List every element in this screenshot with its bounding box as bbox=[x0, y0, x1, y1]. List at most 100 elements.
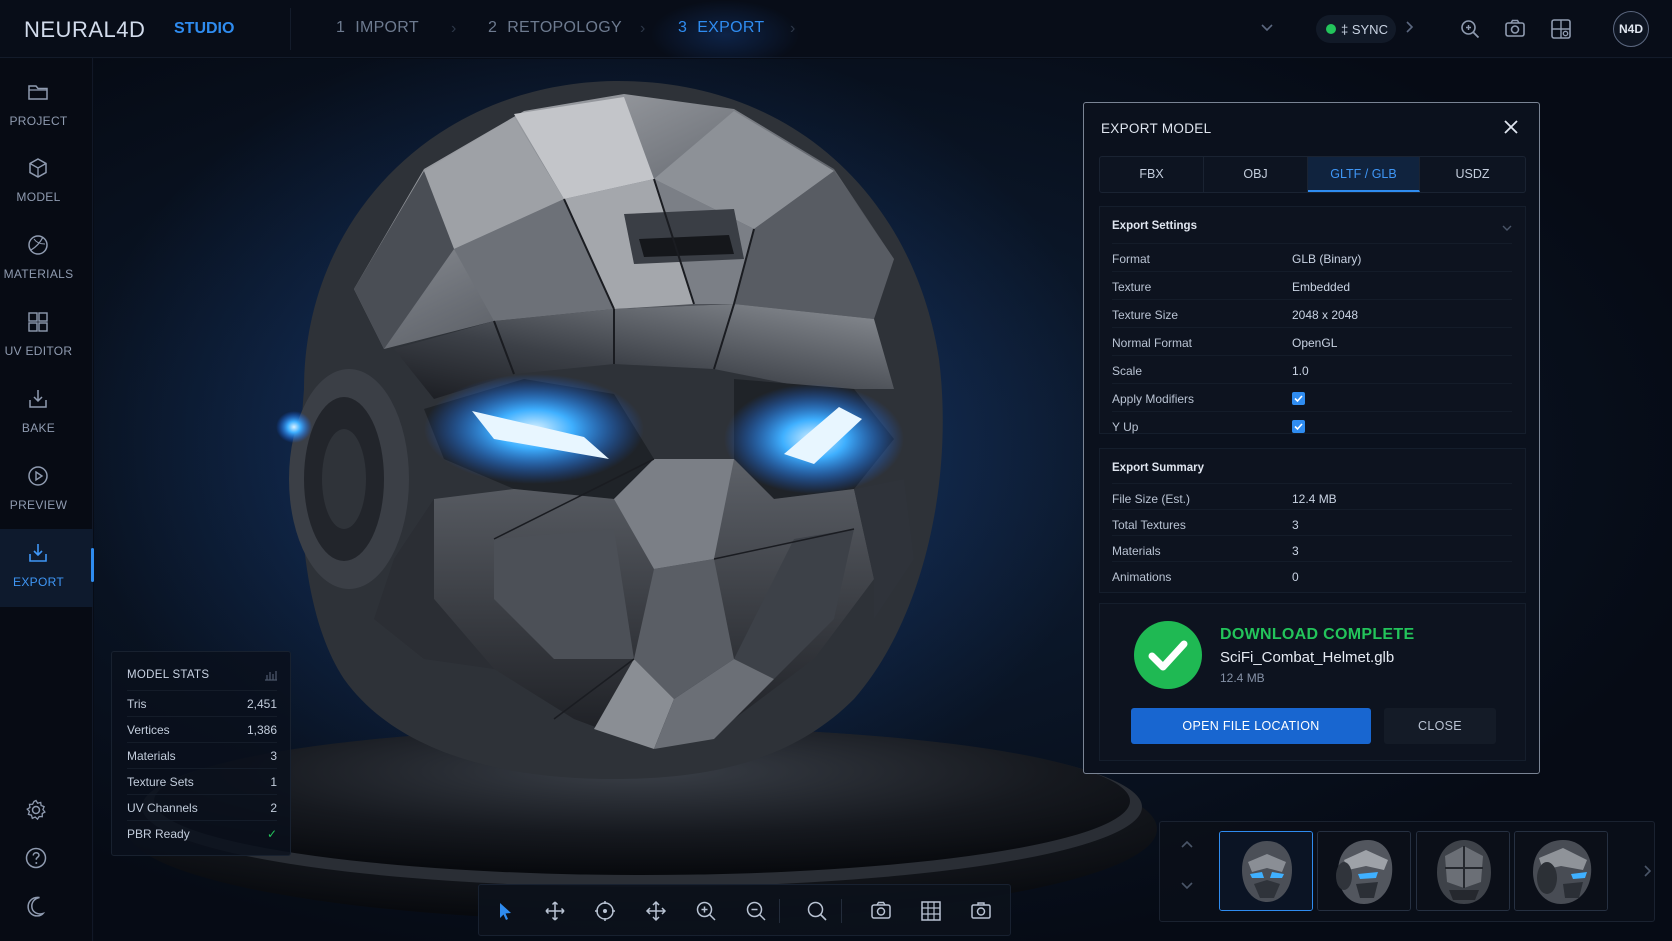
chevron-down-icon[interactable] bbox=[1502, 224, 1512, 232]
tab-fbx[interactable]: FBX bbox=[1100, 157, 1204, 192]
rotate-icon[interactable] bbox=[593, 899, 617, 923]
theme-moon-icon[interactable] bbox=[24, 894, 48, 918]
file-size: 12.4 MB bbox=[1220, 671, 1265, 685]
setting-row-format[interactable]: Format GLB (Binary) bbox=[1112, 243, 1512, 271]
tab-gltf-glb[interactable]: GLTF / GLB bbox=[1308, 157, 1420, 192]
y-up-checkbox[interactable] bbox=[1292, 420, 1305, 433]
stat-row: Texture Sets 1 bbox=[127, 768, 277, 794]
bake-icon bbox=[26, 387, 50, 411]
search-icon[interactable] bbox=[805, 899, 829, 923]
export-summary-section: Export Summary File Size (Est.) 12.4 MB T… bbox=[1099, 448, 1526, 593]
summary-row: File Size (Est.) 12.4 MB bbox=[1112, 483, 1512, 509]
stat-row: PBR Ready ✓ bbox=[127, 820, 277, 846]
sidebar-item-model[interactable]: MODEL bbox=[0, 152, 93, 222]
download-complete-card: DOWNLOAD COMPLETE SciFi_Combat_Helmet.gl… bbox=[1099, 603, 1526, 761]
close-button[interactable]: CLOSE bbox=[1384, 708, 1496, 744]
summary-row: Materials 3 bbox=[1112, 535, 1512, 561]
setting-row-y-up: Y Up bbox=[1112, 411, 1512, 434]
sidebar-item-bake[interactable]: BAKE bbox=[0, 383, 93, 453]
help-icon[interactable] bbox=[24, 846, 48, 870]
thumbnail-strip bbox=[1159, 821, 1655, 922]
section-title: Export Settings bbox=[1112, 220, 1197, 232]
app-logo: NEURAL4D bbox=[24, 17, 146, 42]
setting-row-normal-format[interactable]: Normal Format OpenGL bbox=[1112, 327, 1512, 355]
apply-modifiers-checkbox[interactable] bbox=[1292, 392, 1305, 405]
step-import[interactable]: 1 IMPORT bbox=[336, 19, 419, 37]
sidebar-item-project[interactable]: PROJECT bbox=[0, 76, 93, 146]
step-export[interactable]: 3 EXPORT bbox=[678, 19, 765, 37]
settings-icon[interactable] bbox=[24, 798, 48, 822]
play-icon bbox=[26, 464, 50, 488]
chevron-down-icon[interactable] bbox=[1180, 880, 1194, 892]
file-name: SciFi_Combat_Helmet.glb bbox=[1220, 649, 1395, 666]
viewport-toolbar bbox=[478, 884, 1011, 936]
thumbnail-three-quarter[interactable] bbox=[1317, 831, 1411, 911]
select-cursor-icon[interactable] bbox=[493, 899, 517, 923]
export-modal: EXPORT MODEL FBX OBJ GLTF / GLB USDZ Exp… bbox=[1083, 102, 1540, 774]
panel-title: MODEL STATS bbox=[127, 669, 210, 681]
chevron-right-icon[interactable] bbox=[1642, 864, 1652, 878]
layout-icon[interactable] bbox=[1550, 18, 1572, 40]
status-dot bbox=[1326, 24, 1336, 34]
format-tabs: FBX OBJ GLTF / GLB USDZ bbox=[1099, 156, 1526, 193]
step-separator-icon: › bbox=[790, 20, 796, 37]
cube-icon bbox=[26, 156, 50, 180]
download-status: DOWNLOAD COMPLETE bbox=[1220, 626, 1415, 643]
top-bar: NEURAL4D STUDIO 1 IMPORT › 2 RETOPOLOGY › … bbox=[0, 0, 1672, 58]
folder-icon bbox=[26, 80, 50, 104]
sidebar-item-materials[interactable]: MATERIALS bbox=[0, 229, 93, 299]
divider bbox=[290, 8, 291, 50]
sidebar: PROJECT MODEL MATERIALS UV EDITOR BAKE P… bbox=[0, 58, 93, 941]
thumbnail-side[interactable] bbox=[1514, 831, 1608, 911]
check-icon: ✓ bbox=[266, 827, 277, 841]
camera-icon[interactable] bbox=[969, 899, 993, 923]
open-file-location-button[interactable]: OPEN FILE LOCATION bbox=[1131, 708, 1371, 744]
setting-row-texture[interactable]: Texture Embedded bbox=[1112, 271, 1512, 299]
sidebar-item-export[interactable]: EXPORT bbox=[0, 529, 93, 607]
modal-title: EXPORT MODEL bbox=[1101, 121, 1212, 136]
camera-icon[interactable] bbox=[1504, 18, 1526, 40]
summary-row: Total Textures 3 bbox=[1112, 509, 1512, 535]
setting-row-scale[interactable]: Scale 1.0 bbox=[1112, 355, 1512, 383]
tab-usdz[interactable]: USDZ bbox=[1420, 157, 1525, 192]
pan-icon[interactable] bbox=[644, 899, 668, 923]
material-sphere-icon bbox=[26, 233, 50, 257]
setting-row-apply-modifiers: Apply Modifiers bbox=[1112, 383, 1512, 411]
chevron-down-icon[interactable] bbox=[1260, 20, 1274, 34]
stat-row: Tris 2,451 bbox=[127, 690, 277, 716]
chevron-up-icon[interactable] bbox=[1180, 838, 1194, 850]
thumbnail-front[interactable] bbox=[1219, 831, 1313, 911]
search-zoom-icon[interactable] bbox=[1459, 18, 1481, 40]
sidebar-item-preview[interactable]: PREVIEW bbox=[0, 460, 93, 530]
export-settings-section: Export Settings Format GLB (Binary) Textu… bbox=[1099, 206, 1526, 434]
screenshot-icon[interactable] bbox=[869, 899, 893, 923]
step-separator-icon: › bbox=[451, 20, 457, 37]
step-separator-icon: › bbox=[640, 20, 646, 37]
avatar[interactable]: N4D bbox=[1613, 11, 1649, 47]
model-stats-panel: MODEL STATS Tris 2,451 Vertices 1,386 Mate… bbox=[111, 651, 291, 856]
bar-chart-icon[interactable] bbox=[264, 669, 278, 681]
zoom-in-icon[interactable] bbox=[694, 899, 718, 923]
chevron-right-icon[interactable] bbox=[1403, 20, 1415, 34]
stat-row: Vertices 1,386 bbox=[127, 716, 277, 742]
sidebar-item-uv-editor[interactable]: UV EDITOR bbox=[0, 306, 93, 376]
divider bbox=[779, 899, 780, 923]
export-icon bbox=[26, 541, 50, 565]
section-title: Export Summary bbox=[1112, 462, 1205, 474]
tab-obj[interactable]: OBJ bbox=[1204, 157, 1308, 192]
divider bbox=[841, 899, 842, 923]
success-check-icon bbox=[1134, 621, 1202, 689]
close-icon[interactable] bbox=[1503, 119, 1519, 135]
summary-row: Animations 0 bbox=[1112, 561, 1512, 587]
stat-row: Materials 3 bbox=[127, 742, 277, 768]
step-retopology[interactable]: 2 RETOPOLOGY bbox=[488, 19, 622, 37]
grid-icon[interactable] bbox=[919, 899, 943, 923]
thumbnail-back[interactable] bbox=[1416, 831, 1510, 911]
setting-row-texture-size[interactable]: Texture Size 2048 x 2048 bbox=[1112, 299, 1512, 327]
move-icon[interactable] bbox=[543, 899, 567, 923]
sync-status[interactable]: ‡ SYNC bbox=[1316, 15, 1396, 43]
workspace-label[interactable]: STUDIO bbox=[174, 20, 234, 38]
zoom-out-icon[interactable] bbox=[744, 899, 768, 923]
uv-grid-icon bbox=[26, 310, 50, 334]
stat-row: UV Channels 2 bbox=[127, 794, 277, 820]
